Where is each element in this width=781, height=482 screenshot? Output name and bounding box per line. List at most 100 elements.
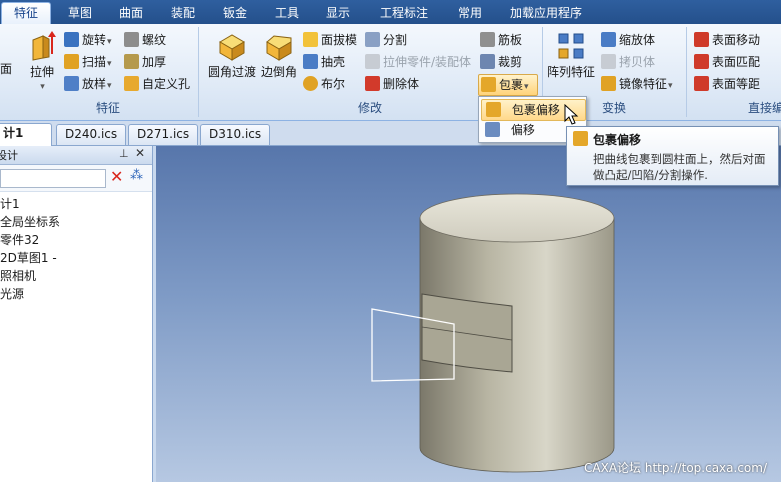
rotate-label: 旋转 — [82, 33, 107, 47]
tree-item-light[interactable]: 光源 — [0, 285, 24, 303]
sweep-dropdown-arrow[interactable]: ▾ — [107, 59, 112, 69]
delete-body-label: 删除体 — [383, 77, 420, 91]
panel-toolbar: ✕ ⁂ — [0, 165, 152, 192]
face-match-label: 表面匹配 — [712, 55, 761, 69]
3d-viewport[interactable]: CAXA论坛 http://top.caxa.com/ — [156, 146, 781, 482]
filter-box[interactable] — [0, 169, 106, 188]
chamfer-icon — [266, 35, 292, 61]
scale-body-button[interactable]: 缩放体 — [601, 30, 655, 50]
face-offset-button[interactable]: 表面等距 — [694, 74, 760, 94]
boolean-button[interactable]: 布尔 — [303, 74, 345, 94]
trim-button[interactable]: 裁剪 — [480, 52, 522, 72]
rib-button[interactable]: 筋板 — [480, 30, 522, 50]
loft-button[interactable]: 放样▾ — [64, 74, 112, 94]
thread-icon — [124, 32, 139, 47]
tooltip-title: 包裹偏移 — [593, 133, 642, 147]
doc-tab-active[interactable]: 计1 ✕ — [0, 123, 52, 159]
chamfer-button[interactable]: 边倒角 — [259, 30, 299, 80]
offset-icon — [485, 122, 500, 137]
doc-tab-d310[interactable]: D310.ics — [200, 124, 271, 145]
face-move-label: 表面移动 — [712, 33, 761, 47]
split-button[interactable]: 分割 — [365, 30, 407, 50]
copy-body-button[interactable]: 拷贝体 — [601, 52, 655, 72]
rotate-button[interactable]: 旋转▾ — [64, 30, 112, 50]
tab-engineering-annotation[interactable]: 工程标注 — [378, 3, 430, 24]
design-tree-panel: 设计 ⊥ ✕ ✕ ⁂ 计1 全局坐标系 零件32 2D草图1 - 照相机 光源 — [0, 146, 153, 482]
tab-sheetmetal[interactable]: 钣金 — [221, 3, 249, 24]
thicken-button[interactable]: 加厚 — [124, 52, 166, 72]
pin-icon[interactable]: ⊥ — [119, 147, 129, 160]
clear-filter-icon[interactable]: ✕ — [110, 167, 123, 186]
array-feature-icon — [558, 33, 584, 59]
doc-tab-label: 计1 — [3, 126, 24, 140]
copy-body-label: 拷贝体 — [619, 55, 656, 69]
tree-item-sketch[interactable]: 2D草图1 - — [0, 249, 57, 267]
tab-load-applications[interactable]: 加载应用程序 — [508, 3, 584, 24]
extrude-part-label: 拉伸零件/装配体 — [383, 55, 472, 69]
mirror-feature-label: 镜像特征 — [619, 77, 668, 91]
tab-assembly[interactable]: 装配 — [169, 3, 197, 24]
sweep-icon — [64, 54, 79, 69]
thread-button[interactable]: 螺纹 — [124, 30, 166, 50]
tab-surface[interactable]: 曲面 — [117, 3, 145, 24]
extrude-icon — [32, 31, 56, 61]
loft-dropdown-arrow[interactable]: ▾ — [107, 81, 112, 91]
extrude-button[interactable]: 拉伸 ▾ — [24, 30, 60, 95]
doc-tab-d271[interactable]: D271.ics — [128, 124, 199, 145]
close-icon[interactable]: ✕ — [135, 146, 145, 160]
group-separator — [686, 27, 687, 117]
chamfer-label: 边倒角 — [260, 65, 297, 79]
extrude-part-assembly-button[interactable]: 拉伸零件/装配体 — [365, 52, 471, 72]
mouse-cursor-icon — [564, 104, 579, 125]
tab-display[interactable]: 显示 — [324, 3, 352, 24]
fillet-label: 圆角过渡 — [207, 65, 256, 79]
wrap-icon — [481, 77, 496, 92]
tab-tools[interactable]: 工具 — [273, 3, 301, 24]
face-move-button[interactable]: 表面移动 — [694, 30, 760, 50]
array-feature-button[interactable]: 阵列特征 — [546, 30, 596, 80]
thread-label: 螺纹 — [142, 33, 167, 47]
tooltip-body: 把曲线包裹到圆柱面上，然后对面做凸起/凹陷/分割操作. — [593, 152, 766, 182]
wrap-button[interactable]: 包裹▾ — [478, 74, 538, 96]
custom-hole-button[interactable]: 自定义孔 — [124, 74, 190, 94]
scale-body-icon — [601, 32, 616, 47]
rotate-dropdown-arrow[interactable]: ▾ — [107, 37, 112, 47]
mirror-dropdown-arrow[interactable]: ▾ — [668, 81, 673, 91]
tab-feature[interactable]: 特征 — [1, 2, 52, 25]
tree-options-icon[interactable]: ⁂ — [130, 168, 143, 183]
delete-body-button[interactable]: 删除体 — [365, 74, 419, 94]
tab-common[interactable]: 常用 — [456, 3, 484, 24]
shell-label: 抽壳 — [321, 55, 346, 69]
rib-label: 筋板 — [498, 33, 523, 47]
shell-icon — [303, 54, 318, 69]
fillet-icon — [219, 34, 245, 61]
extrude-dropdown-arrow[interactable]: ▾ — [25, 80, 60, 95]
split-icon — [365, 32, 380, 47]
tab-sketch[interactable]: 草图 — [66, 3, 94, 24]
doc-tab-d240[interactable]: D240.ics — [56, 124, 127, 145]
ribbon-tab-bar: 特征 草图 曲面 装配 钣金 工具 显示 工程标注 常用 加载应用程序 — [0, 0, 781, 25]
panel-title: 设计 — [0, 149, 18, 162]
extrude-label: 拉伸 — [29, 65, 54, 79]
cylinder-model[interactable] — [156, 146, 781, 482]
rotate-icon — [64, 32, 79, 47]
tree-item-part[interactable]: 零件32 — [0, 231, 39, 249]
face-match-icon — [694, 54, 709, 69]
sweep-button[interactable]: 扫描▾ — [64, 52, 112, 72]
shell-button[interactable]: 抽壳 — [303, 52, 345, 72]
draft-button[interactable]: 面拔模 — [303, 30, 357, 50]
tree-item-global-coordinates[interactable]: 全局坐标系 — [0, 213, 60, 231]
tree-item-camera[interactable]: 照相机 — [0, 267, 36, 285]
wrap-offset-icon — [486, 102, 501, 117]
boolean-label: 布尔 — [321, 77, 346, 91]
direct-edit-group-label: 直接编 — [748, 101, 781, 115]
copy-body-icon — [601, 54, 616, 69]
face-edge-button[interactable]: 面 — [0, 62, 12, 77]
custom-hole-label: 自定义孔 — [142, 77, 191, 91]
face-match-button[interactable]: 表面匹配 — [694, 52, 760, 72]
scale-body-label: 缩放体 — [619, 33, 656, 47]
fillet-button[interactable]: 圆角过渡 — [205, 30, 259, 80]
wrap-dropdown-arrow[interactable]: ▾ — [524, 82, 529, 92]
mirror-feature-button[interactable]: 镜像特征▾ — [601, 74, 673, 94]
tree-item-design[interactable]: 计1 — [0, 195, 20, 213]
